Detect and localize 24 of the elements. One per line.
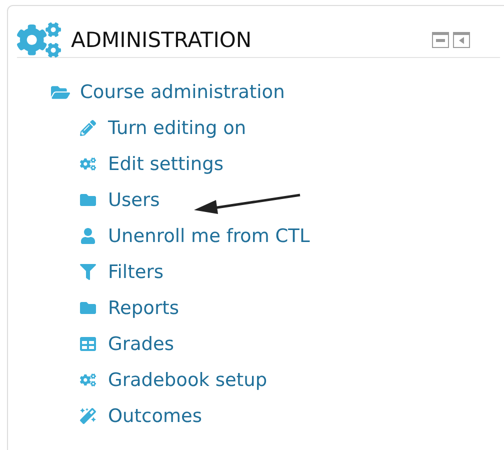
tree-item[interactable]: Edit settings xyxy=(108,154,224,174)
tree-item[interactable]: Users xyxy=(108,190,160,210)
gears-icon xyxy=(80,372,96,388)
user-icon xyxy=(80,228,96,244)
wand-icon xyxy=(80,408,96,424)
tree-item[interactable]: Reports xyxy=(108,298,179,318)
filter-icon xyxy=(80,264,96,280)
tree-item[interactable]: Filters xyxy=(108,262,164,282)
tree-item[interactable]: Course administration xyxy=(80,82,285,102)
pencil-icon xyxy=(80,120,96,136)
minus-icon xyxy=(436,39,445,42)
minimize-button[interactable] xyxy=(432,32,449,48)
tree-item[interactable]: Grades xyxy=(108,334,174,354)
gears-icon xyxy=(80,156,96,172)
folder-icon xyxy=(80,192,96,208)
folder-icon xyxy=(80,300,96,316)
caret-icon xyxy=(458,37,464,44)
dock-button[interactable] xyxy=(453,32,470,48)
tree-item[interactable]: Turn editing on xyxy=(108,118,246,138)
table-icon xyxy=(80,336,96,352)
block-title: ADMINISTRATION xyxy=(71,28,253,52)
tree-item[interactable]: Unenroll me from CTL xyxy=(108,226,310,246)
tree-item[interactable]: Outcomes xyxy=(108,406,202,426)
tree-item[interactable]: Gradebook setup xyxy=(108,370,268,390)
